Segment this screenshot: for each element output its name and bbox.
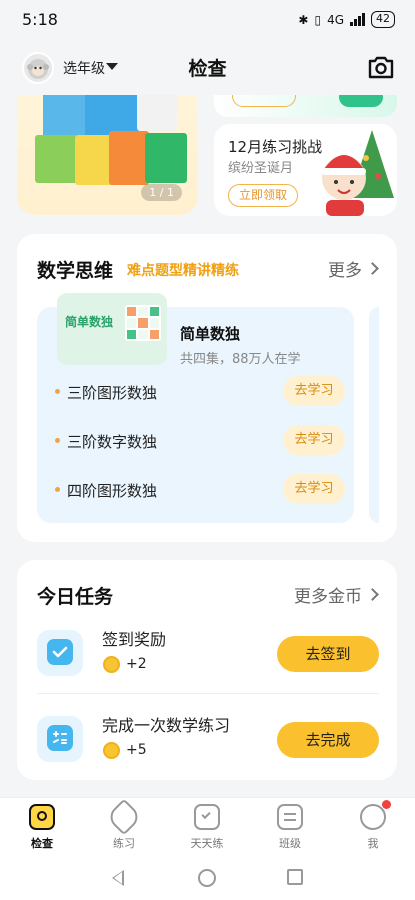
camera-icon[interactable] [367,54,395,80]
course-name: 简单数独 [180,325,241,343]
lesson-item[interactable]: 四阶图形数独 去学习 [55,472,345,508]
nav-label: 我 [367,837,379,850]
task-item: 签到奖励 +2 去签到 [37,624,379,688]
vibrate-icon: ▯ [314,12,322,27]
home-icon[interactable] [198,869,216,887]
nav-item-check[interactable]: 检查 [12,804,72,851]
camera-icon [29,804,55,830]
book-cover-image [145,133,187,183]
chevron-right-icon [366,588,379,601]
bluetooth-icon: ✱ [298,12,309,27]
status-time: 5:18 [22,10,58,29]
bullet-dot [55,438,60,443]
textbook-banner[interactable]: 1 / 1 [17,95,198,215]
nav-label: 天天练 [190,837,224,850]
task-name: 签到奖励 [102,630,167,649]
coin-reward: +2 [126,656,147,672]
coin-icon [103,656,120,673]
recent-apps-icon[interactable] [287,869,303,885]
section-title: 数学思维 [37,260,114,282]
back-icon[interactable] [112,870,124,886]
more-coins-link[interactable]: 更多金币 [294,582,379,607]
network-type: 4G [327,12,344,27]
bottom-nav: 检查 练习 天天练 班级 我 [0,797,415,855]
more-coins-label: 更多金币 [294,587,362,607]
book-cover-image [109,131,149,185]
math-thinking-section: 数学思维 难点题型精讲精练 更多 简单数独 简单数独 共四集，88万人在学 三阶… [17,234,397,542]
next-course-card-peek[interactable] [369,307,379,523]
sudoku-thumbnail: 简单数独 [57,293,167,365]
nav-item-class[interactable]: 班级 [260,804,320,851]
nav-label: 检查 [31,837,53,850]
study-button[interactable]: 去学习 [283,425,345,455]
promo-pill-green [339,95,383,107]
challenge-title: 12月练习挑战 [228,138,323,156]
christmas-girl-image [322,130,394,216]
divider [37,693,379,694]
calculator-icon [37,716,83,762]
promo-pill [232,95,296,107]
promo-banner-top[interactable] [214,95,397,117]
chevron-right-icon [366,262,379,275]
claim-button[interactable]: 立即领取 [228,184,298,207]
system-nav-bar [0,855,415,900]
course-meta: 共四集，88万人在学 [180,352,301,367]
more-link[interactable]: 更多 [328,256,379,281]
status-icons: ✱ ▯ 4G 42 [298,11,395,28]
lesson-item[interactable]: 三阶数字数独 去学习 [55,423,345,459]
tag-icon [105,798,143,836]
battery-icon: 42 [371,11,395,28]
thumbnail-label: 简单数独 [65,315,114,329]
december-challenge-banner[interactable]: 12月练习挑战 缤纷圣诞月 立即领取 [214,124,397,216]
sign-in-button[interactable]: 去签到 [277,636,379,672]
nav-item-me[interactable]: 我 [343,800,403,851]
challenge-subtitle: 缤纷圣诞月 [228,161,294,176]
bullet-dot [55,389,60,394]
daily-tasks-section: 今日任务 更多金币 签到奖励 +2 去签到 完成一次数学练习 +5 去完成 [17,560,397,780]
book-cover-image [137,95,177,131]
book-cover-image [35,135,79,183]
bullet-dot [55,487,60,492]
banner-pager: 1 / 1 [141,184,182,201]
calendar-check-icon [37,630,83,676]
section-subtitle: 难点题型精讲精练 [127,263,239,279]
book-check-icon [194,804,220,830]
more-label: 更多 [328,261,362,281]
signal-icon [350,13,365,26]
task-name: 完成一次数学练习 [102,716,231,735]
lesson-name: 四阶图形数独 [67,482,158,500]
list-icon [277,804,303,830]
lesson-name: 三阶图形数独 [67,384,158,402]
page-title: 检查 [188,58,227,80]
nav-label: 班级 [279,837,301,850]
notification-dot [382,800,391,809]
sudoku-course-card[interactable]: 简单数独 简单数独 共四集，88万人在学 三阶图形数独 去学习 三阶数字数独 去… [37,293,354,523]
lesson-item[interactable]: 三阶图形数独 去学习 [55,374,345,410]
task-item: 完成一次数学练习 +5 去完成 [37,710,379,774]
coin-reward: +5 [126,742,147,758]
nav-item-practice[interactable]: 练习 [94,798,154,851]
status-bar: 5:18 ✱ ▯ 4G 42 [0,0,415,40]
nav-item-daily[interactable]: 天天练 [177,804,237,851]
nav-label: 练习 [113,837,135,850]
profile-face-icon [360,800,391,830]
study-button[interactable]: 去学习 [283,474,345,504]
complete-button[interactable]: 去完成 [277,722,379,758]
sudoku-grid-icon [125,305,161,341]
study-button[interactable]: 去学习 [283,376,345,406]
lesson-name: 三阶数字数独 [67,433,158,451]
coin-icon [103,742,120,759]
section-title: 今日任务 [37,586,114,608]
app-header: 选年级 检查 [0,40,415,96]
